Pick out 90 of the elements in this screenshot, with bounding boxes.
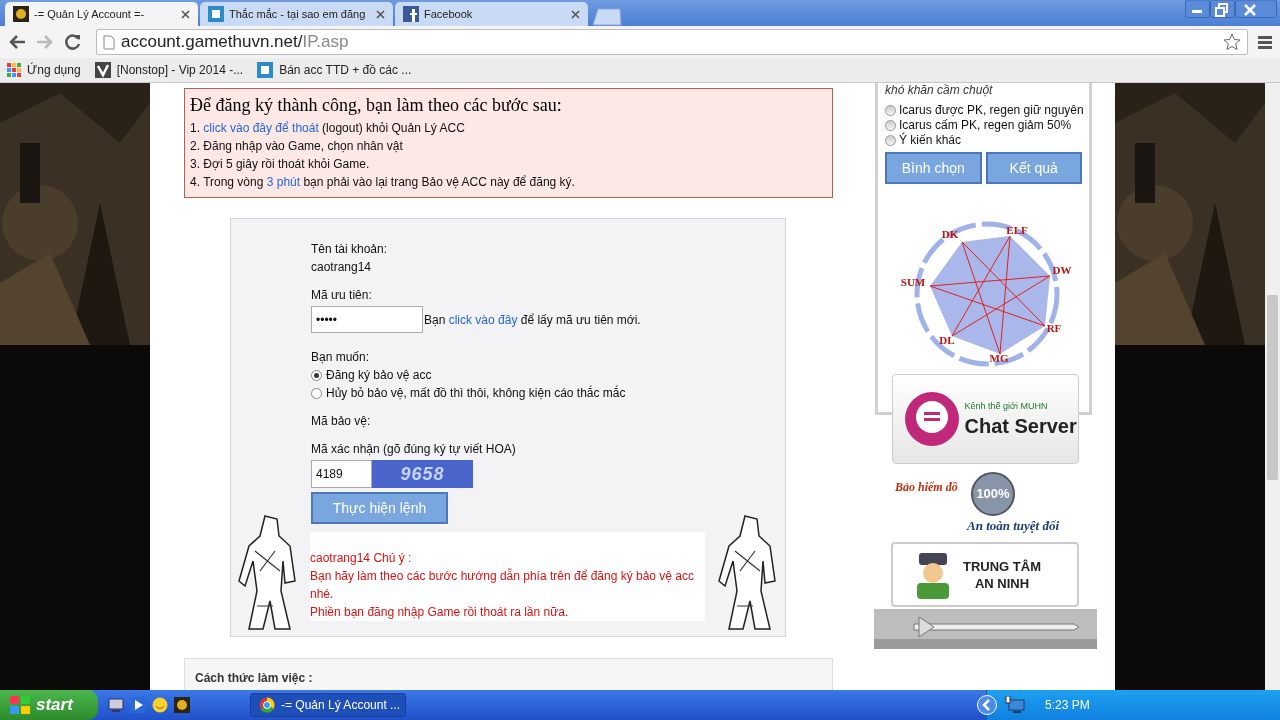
network-icon[interactable] <box>1005 696 1025 714</box>
chat-bubble-icon <box>902 390 961 448</box>
notice-text: Phiền bạn đăng nhập Game rồi thoát ra lần nữa. <box>310 604 570 621</box>
favicon-icon <box>403 6 419 22</box>
radio-button[interactable] <box>885 120 896 131</box>
favicon-icon <box>208 6 224 22</box>
checkmark-icon <box>94 62 111 78</box>
reload-icon[interactable] <box>64 33 82 51</box>
tab-title: -= Quản Lý Account =- <box>34 6 146 22</box>
tab-title: Thắc mắc - tại sao em đăng <box>229 6 367 22</box>
account-name: caotrang14 <box>311 259 373 276</box>
menu-icon[interactable] <box>1258 35 1272 49</box>
seal-text: 100% <box>976 485 1010 504</box>
section-heading: Cách thức làm việc : <box>195 670 314 687</box>
back-icon[interactable] <box>8 34 26 50</box>
desktop-icon[interactable] <box>108 697 124 713</box>
security-banner[interactable]: TRUNG TÂM AN NINH <box>891 542 1079 607</box>
star-icon[interactable] <box>1223 33 1241 51</box>
bookmark[interactable]: Ứng dụng <box>27 61 81 79</box>
instruction-step: 3. Đợi 5 giây rồi thoát khỏi Game. <box>190 155 827 173</box>
poll-option: Ý kiến khác <box>899 133 962 148</box>
banner-text: AN NINH <box>974 574 1030 592</box>
captcha-field[interactable]: 4189 <box>311 460 372 488</box>
radio-button[interactable] <box>885 135 896 146</box>
captcha-text: 9658 <box>400 462 445 486</box>
browser-tab[interactable]: -= Quản Lý Account =- <box>5 2 198 26</box>
class-label: MG <box>989 352 1009 364</box>
apps-icon <box>7 63 21 77</box>
field-label: Mã xác nhận (gõ đúng ký tự viết HOA) <box>311 441 517 458</box>
poll-option: Icarus cấm PK, regen giảm 50% <box>899 118 1072 133</box>
class-label: SUM <box>900 276 926 288</box>
close-icon[interactable] <box>181 9 190 19</box>
game-icon[interactable] <box>174 697 190 713</box>
browser-tab[interactable]: Facebook <box>395 2 588 26</box>
instruction-step: 4. Trong vòng 3 phút bạn phải vào lại trang Bảo vệ ACC này để đăng ký. <box>190 173 827 191</box>
priority-hint: Bạn click vào đây để lấy mã ưu tiên mới. <box>424 311 641 329</box>
priority-code-field[interactable]: ••••• <box>311 306 423 333</box>
poll-option: Icarus được PK, regen giữ nguyên <box>899 103 1084 118</box>
close-icon[interactable] <box>571 9 580 19</box>
class-label: DW <box>1052 264 1072 276</box>
poll-question: khó khăn cầm chuột <box>885 83 994 99</box>
radio-button[interactable] <box>885 105 896 116</box>
close-icon[interactable] <box>1235 0 1277 18</box>
instruction-step: 1. click vào đây để thoát (logout) khỏi Quản Lý ACC <box>190 119 827 137</box>
chat-banner[interactable]: Kênh thế giới MUHN Chat Server <box>891 374 1079 464</box>
restore-icon[interactable] <box>1210 0 1235 18</box>
tab-title: Facebook <box>424 6 474 22</box>
address-bar[interactable]: account.gamethuvn.net/IP.asp <box>96 29 1248 55</box>
smiley-icon[interactable] <box>152 697 168 713</box>
radio-button[interactable] <box>311 387 322 399</box>
class-label: RF <box>1046 322 1062 334</box>
windows-logo-icon <box>10 696 30 714</box>
banner-title: Chat Server <box>964 413 1077 438</box>
banner-caption: Kênh thế giới MUHN <box>964 400 1049 414</box>
minimize-icon[interactable] <box>1185 0 1210 18</box>
radio-label: Đăng ký bảo vệ acc <box>326 367 432 384</box>
banner-text: An toàn tuyệt đối <box>967 517 1060 535</box>
link[interactable]: 3 phút <box>266 175 301 189</box>
notice-text: Bạn hãy làm theo các bước hướng dẫn phía trên để đăng ký bảo vệ acc nhé. <box>310 567 696 603</box>
insurance-banner[interactable]: Bảo hiểm đồ 100% An toàn tuyệt đối <box>893 472 1077 534</box>
play-icon[interactable] <box>130 697 146 713</box>
bookmark[interactable]: Bán acc TTD + đồ các ... <box>279 61 412 79</box>
favicon-icon <box>257 62 274 78</box>
page-icon <box>103 34 115 50</box>
close-icon[interactable] <box>376 9 385 19</box>
browser-tab[interactable]: Thắc mắc - tại sao em đăng <box>200 2 393 26</box>
favicon-icon <box>13 6 29 22</box>
taskbar-button[interactable]: -= Quản Lý Account ... <box>250 693 406 717</box>
field-label: Bạn muốn: <box>311 349 371 366</box>
class-label: DK <box>941 228 959 240</box>
notice-text: caotrang14 Chú ý : <box>310 550 413 567</box>
banner-text: TRUNG TÂM <box>963 557 1041 575</box>
banner-text: Bảo hiểm đồ <box>895 479 958 496</box>
link[interactable]: click vào đây để thoát <box>203 121 319 135</box>
field-label: Mã bảo vệ: <box>311 413 372 430</box>
clock: 5:23 PM <box>1045 697 1090 714</box>
field-label: Tên tài khoản: <box>311 241 389 258</box>
chrome-icon <box>259 697 275 713</box>
instruction-step: 2. Đăng nhập vào Game, chọn nhân vật <box>190 137 827 155</box>
bookmark[interactable]: [Nonstop] - Vip 2014 -... <box>116 61 244 79</box>
url-text: account.gamethuvn.net/IP.asp <box>121 31 350 54</box>
scrollbar-thumb[interactable] <box>1267 295 1278 480</box>
class-label: ELF <box>1006 224 1028 236</box>
link[interactable]: click vào đây <box>448 312 518 327</box>
chevron-icon[interactable] <box>977 695 997 715</box>
field-label: Mã ưu tiên: <box>311 287 373 304</box>
instructions-heading: Để đăng ký thành công, bạn làm theo các bước sau: <box>190 94 563 116</box>
radio-label: Hủy bỏ bảo vệ, mất đồ thì thôi, không kiện cáo thắc mắc <box>326 384 626 402</box>
radio-button[interactable] <box>311 369 322 381</box>
class-label: DL <box>939 334 955 346</box>
